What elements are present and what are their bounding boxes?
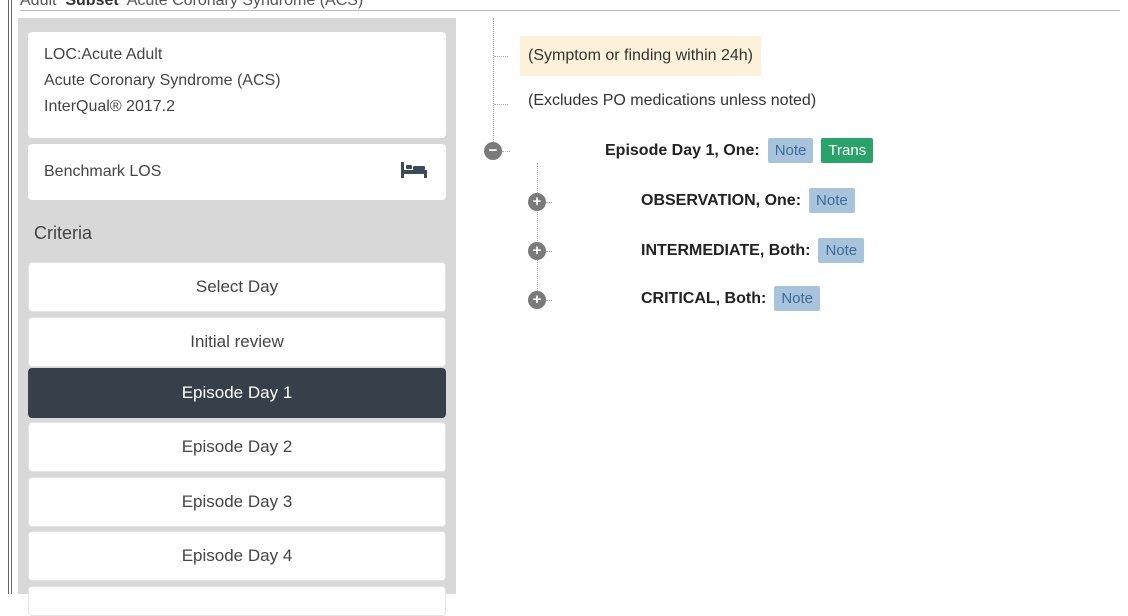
expand-icon[interactable]: + [528, 193, 546, 211]
node-label: Episode Day 1, One: [605, 141, 760, 159]
select-day-button[interactable]: Select Day [28, 262, 446, 312]
breadcrumb: Adult Subset Acute Coronary Syndrome (AC… [20, 0, 1120, 11]
day-label: Episode Day 3 [181, 492, 293, 511]
day-label: Episode Day 1 [181, 383, 293, 402]
tree-node-observation: OBSERVATION, One: Note [641, 188, 855, 213]
node-label: OBSERVATION, One: [641, 191, 802, 209]
day-label: Episode Day 2 [181, 437, 293, 456]
day-episode-2[interactable]: Episode Day 2 [28, 422, 446, 472]
breadcrumb-subset-label: Subset [65, 0, 119, 9]
tree-connector [494, 104, 508, 105]
expand-icon[interactable]: + [528, 291, 546, 309]
version-line: InterQual® 2017.2 [44, 98, 175, 115]
trans-button[interactable]: Trans [821, 138, 874, 163]
day-episode-1[interactable]: Episode Day 1 [28, 368, 446, 418]
day-next-partial[interactable] [28, 586, 446, 616]
node-label: INTERMEDIATE, Both: [641, 241, 811, 259]
tree-connector [546, 202, 552, 203]
note-button[interactable]: Note [774, 286, 820, 311]
day-label: Episode Day 4 [181, 546, 293, 565]
subset-line: Acute Coronary Syndrome (ACS) [44, 72, 281, 89]
highlighted-note: (Symptom or finding within 24h) [520, 36, 761, 76]
collapse-icon[interactable]: − [484, 142, 502, 160]
tree-connector [494, 56, 508, 57]
window-frame-left [0, 0, 12, 594]
tree-connector [546, 300, 552, 301]
tree-connector [546, 251, 552, 252]
tree-connector [493, 18, 494, 146]
loc-info-card: LOC:Acute Adult Acute Coronary Syndrome … [28, 32, 446, 138]
expand-icon[interactable]: + [528, 242, 546, 260]
day-initial-review[interactable]: Initial review [28, 317, 446, 367]
benchmark-los-label: Benchmark LOS [44, 163, 162, 180]
note-button[interactable]: Note [818, 238, 865, 263]
exclusion-note: (Excludes PO medications unless noted) [528, 92, 817, 109]
tree-node-critical: CRITICAL, Both: Note [641, 286, 820, 311]
day-episode-4[interactable]: Episode Day 4 [28, 531, 446, 581]
sidebar: LOC:Acute Adult Acute Coronary Syndrome … [18, 18, 456, 616]
tree-connector [537, 163, 538, 303]
day-episode-3[interactable]: Episode Day 3 [28, 477, 446, 527]
criteria-heading: Criteria [34, 222, 93, 243]
breadcrumb-prefix: Adult [20, 0, 57, 9]
criteria-tree: (Symptom or finding within 24h) (Exclude… [456, 18, 1128, 594]
node-label: CRITICAL, Both: [641, 289, 767, 307]
breadcrumb-subset-value: Acute Coronary Syndrome (ACS) [126, 0, 364, 9]
loc-line: LOC:Acute Adult [44, 46, 163, 63]
day-label: Select Day [195, 277, 279, 296]
day-label: Initial review [190, 332, 284, 351]
tree-connector [502, 151, 510, 152]
note-button[interactable]: Note [767, 138, 814, 163]
benchmark-los-button[interactable]: Benchmark LOS [28, 144, 446, 200]
note-button[interactable]: Note [809, 188, 855, 213]
tree-node-root: Episode Day 1, One: Note Trans [605, 138, 874, 163]
bed-icon [400, 161, 428, 184]
tree-node-intermediate: INTERMEDIATE, Both: Note [641, 238, 865, 263]
